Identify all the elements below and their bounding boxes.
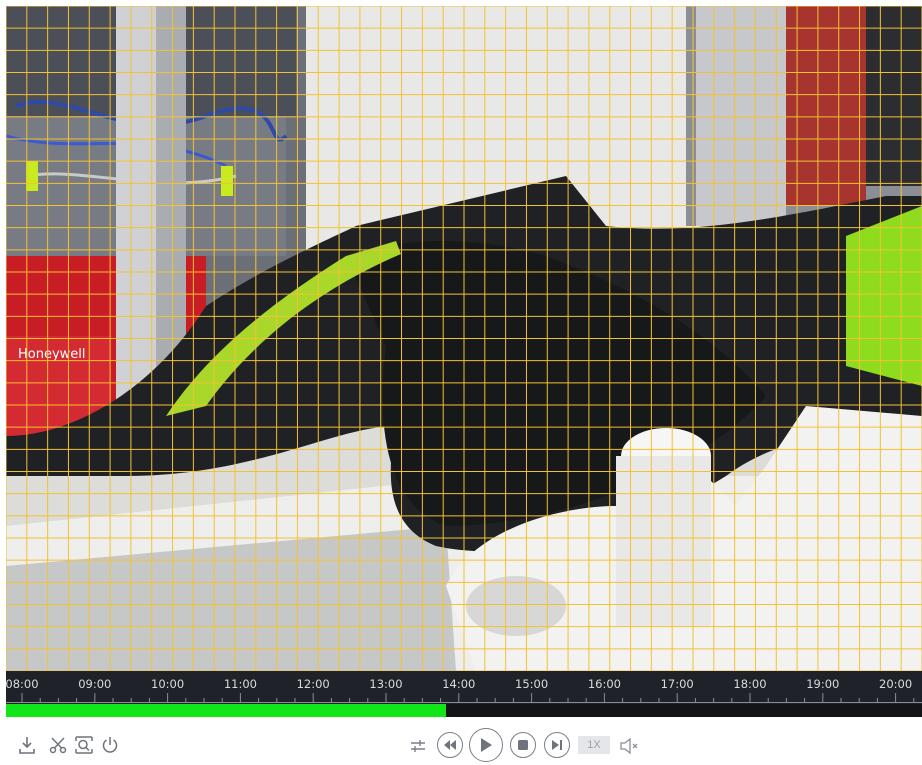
rewind-icon[interactable]: [437, 732, 463, 758]
timeline-tick-label: 20:00: [879, 677, 913, 691]
recorded-segment: [6, 704, 446, 717]
zoom-frame-icon[interactable]: [73, 734, 95, 756]
svg-text:Honeywell: Honeywell: [18, 347, 86, 362]
timeline-ruler: [6, 693, 922, 703]
stop-icon[interactable]: [510, 732, 536, 758]
timeline-tick-label: 12:00: [296, 677, 330, 691]
timeline-tick-label: 18:00: [733, 677, 767, 691]
timeline-tick-label: 11:00: [223, 677, 257, 691]
control-toolbar: 1X: [0, 717, 922, 765]
recording-track[interactable]: [6, 704, 922, 717]
play-icon[interactable]: [469, 728, 503, 762]
power-icon[interactable]: [99, 734, 121, 756]
timeline-tick-label: 14:00: [442, 677, 476, 691]
next-frame-icon[interactable]: [544, 732, 570, 758]
timeline-tick-label: 17:00: [660, 677, 694, 691]
scissors-icon[interactable]: [47, 734, 69, 756]
download-icon[interactable]: [16, 734, 38, 756]
adjust-icon[interactable]: [408, 736, 428, 756]
timeline-tick-label: 08:00: [5, 677, 39, 691]
timeline-bar[interactable]: 08:00 09:00 10:00 11:00 12:00 13:00 14:00 15:00…: [5, 671, 922, 717]
timeline-tick-label: 19:00: [806, 677, 840, 691]
timeline-tick-label: 09:00: [78, 677, 112, 691]
mute-icon[interactable]: [618, 736, 640, 756]
camera-scene: Honeywell: [6, 6, 922, 671]
video-viewport[interactable]: Honeywell: [0, 0, 922, 671]
timeline-tick-label: 10:00: [151, 677, 185, 691]
timeline-tick-label: 15:00: [515, 677, 549, 691]
timeline-tick-label: 16:00: [587, 677, 621, 691]
timeline-tick-label: 13:00: [369, 677, 403, 691]
playback-speed-badge[interactable]: 1X: [578, 736, 610, 754]
